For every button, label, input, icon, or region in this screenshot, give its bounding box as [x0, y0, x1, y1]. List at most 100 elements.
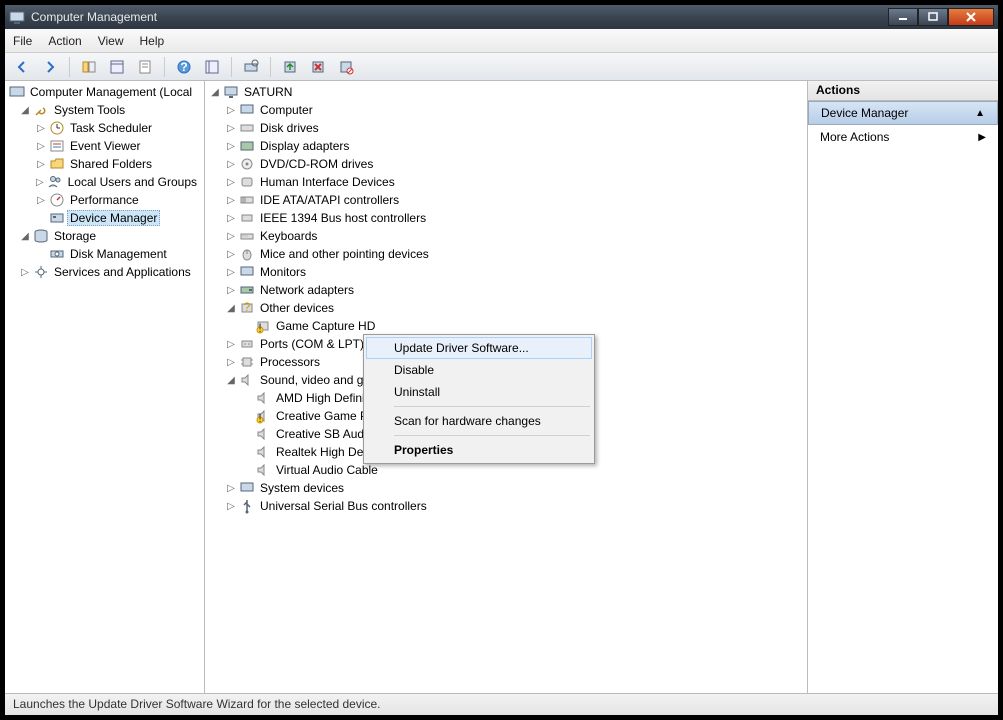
ctx-disable[interactable]: Disable [366, 359, 592, 381]
tree-disk-management[interactable]: Disk Management [5, 245, 204, 263]
processor-icon [239, 354, 255, 370]
tree-task-scheduler[interactable]: ▷ Task Scheduler [5, 119, 204, 137]
menu-help[interactable]: Help [140, 34, 165, 48]
minimize-button[interactable] [888, 8, 918, 26]
disk-drive-icon [239, 120, 255, 136]
show-hide-tree-button[interactable] [78, 56, 100, 78]
shared-folders-icon [49, 156, 65, 172]
tools-icon [33, 102, 49, 118]
device-disk-drives[interactable]: ▷Disk drives [205, 119, 807, 137]
tree-event-viewer[interactable]: ▷ Event Viewer [5, 137, 204, 155]
menu-action[interactable]: Action [48, 34, 81, 48]
collapse-icon[interactable]: ◢ [19, 231, 31, 242]
app-icon [9, 9, 25, 25]
tree-storage[interactable]: ◢ Storage [5, 227, 204, 245]
device-root[interactable]: ◢ SATURN [205, 83, 807, 101]
tree-root[interactable]: Computer Management (Local [5, 83, 204, 101]
maximize-button[interactable] [918, 8, 948, 26]
collapse-icon[interactable]: ◢ [19, 105, 31, 116]
menu-view[interactable]: View [98, 34, 124, 48]
expand-icon[interactable]: ▷ [19, 267, 31, 278]
title-bar[interactable]: Computer Management [5, 5, 998, 29]
performance-icon [49, 192, 65, 208]
expand-icon[interactable]: ▷ [225, 339, 237, 350]
device-hid[interactable]: ▷Human Interface Devices [205, 173, 807, 191]
mouse-icon [239, 246, 255, 262]
menu-file[interactable]: File [13, 34, 32, 48]
device-game-capture[interactable]: !Game Capture HD [205, 317, 807, 335]
device-display-adapters[interactable]: ▷Display adapters [205, 137, 807, 155]
export-list-button[interactable] [134, 56, 156, 78]
device-ieee1394[interactable]: ▷IEEE 1394 Bus host controllers [205, 209, 807, 227]
event-viewer-icon [49, 138, 65, 154]
forward-button[interactable] [39, 56, 61, 78]
device-keyboards[interactable]: ▷Keyboards [205, 227, 807, 245]
horizontal-scrollbar[interactable] [10, 676, 204, 693]
ctx-scan[interactable]: Scan for hardware changes [366, 410, 592, 432]
context-menu: Update Driver Software... Disable Uninst… [363, 334, 595, 464]
expand-icon[interactable]: ▷ [35, 141, 47, 152]
ctx-properties[interactable]: Properties [366, 439, 592, 461]
status-bar: Launches the Update Driver Software Wiza… [5, 693, 998, 715]
view-button[interactable] [201, 56, 223, 78]
device-mice[interactable]: ▷Mice and other pointing devices [205, 245, 807, 263]
window-title: Computer Management [31, 10, 888, 24]
device-computer[interactable]: ▷Computer [205, 101, 807, 119]
console-tree-pane[interactable]: Computer Management (Local ◢ System Tool… [5, 81, 205, 693]
help-button[interactable]: ? [173, 56, 195, 78]
expand-icon[interactable]: ▷ [225, 195, 237, 206]
back-button[interactable] [11, 56, 33, 78]
collapse-icon[interactable]: ◢ [225, 375, 237, 386]
expand-icon[interactable]: ▷ [225, 267, 237, 278]
expand-icon[interactable]: ▷ [225, 285, 237, 296]
expand-icon[interactable]: ▷ [225, 123, 237, 134]
tree-performance[interactable]: ▷ Performance [5, 191, 204, 209]
uninstall-button[interactable] [307, 56, 329, 78]
scan-hardware-button[interactable] [240, 56, 262, 78]
expand-icon[interactable]: ▷ [225, 159, 237, 170]
tree-local-users[interactable]: ▷ Local Users and Groups [5, 173, 204, 191]
device-usb[interactable]: ▷Universal Serial Bus controllers [205, 497, 807, 515]
expand-icon[interactable]: ▷ [225, 483, 237, 494]
collapse-icon[interactable]: ◢ [209, 87, 221, 98]
device-monitors[interactable]: ▷Monitors [205, 263, 807, 281]
device-ide[interactable]: ▷IDE ATA/ATAPI controllers [205, 191, 807, 209]
actions-device-manager[interactable]: Device Manager ▲ [808, 101, 998, 125]
tree-system-tools[interactable]: ◢ System Tools [5, 101, 204, 119]
keyboard-icon [239, 228, 255, 244]
tree-shared-folders[interactable]: ▷ Shared Folders [5, 155, 204, 173]
close-button[interactable] [948, 8, 994, 26]
properties-button[interactable] [106, 56, 128, 78]
actions-more-actions[interactable]: More Actions ▶ [808, 125, 998, 149]
system-device-icon [239, 480, 255, 496]
disable-button[interactable] [335, 56, 357, 78]
expand-icon[interactable]: ▷ [225, 357, 237, 368]
device-system[interactable]: ▷System devices [205, 479, 807, 497]
expand-icon[interactable]: ▷ [225, 177, 237, 188]
expand-icon[interactable]: ▷ [35, 177, 45, 188]
device-network[interactable]: ▷Network adapters [205, 281, 807, 299]
toolbar-separator [69, 57, 70, 77]
expand-icon[interactable]: ▷ [225, 141, 237, 152]
device-dvd[interactable]: ▷DVD/CD-ROM drives [205, 155, 807, 173]
update-driver-button[interactable] [279, 56, 301, 78]
tree-device-manager[interactable]: Device Manager [5, 209, 204, 227]
computer-management-icon [9, 84, 25, 100]
collapse-icon[interactable]: ◢ [225, 303, 237, 314]
expand-icon[interactable]: ▷ [35, 123, 47, 134]
collapse-arrow-icon: ▲ [975, 108, 985, 119]
expand-icon[interactable]: ▷ [225, 501, 237, 512]
disk-management-icon [49, 246, 65, 262]
expand-icon[interactable]: ▷ [225, 105, 237, 116]
expand-icon[interactable]: ▷ [225, 249, 237, 260]
ctx-uninstall[interactable]: Uninstall [366, 381, 592, 403]
ctx-separator [394, 406, 590, 407]
expand-icon[interactable]: ▷ [225, 231, 237, 242]
expand-icon[interactable]: ▷ [35, 159, 47, 170]
expand-icon[interactable]: ▷ [35, 195, 47, 206]
svg-text:!: ! [258, 321, 261, 334]
tree-services-apps[interactable]: ▷ Services and Applications [5, 263, 204, 281]
ctx-update-driver[interactable]: Update Driver Software... [366, 337, 592, 359]
device-other[interactable]: ◢?Other devices [205, 299, 807, 317]
expand-icon[interactable]: ▷ [225, 213, 237, 224]
